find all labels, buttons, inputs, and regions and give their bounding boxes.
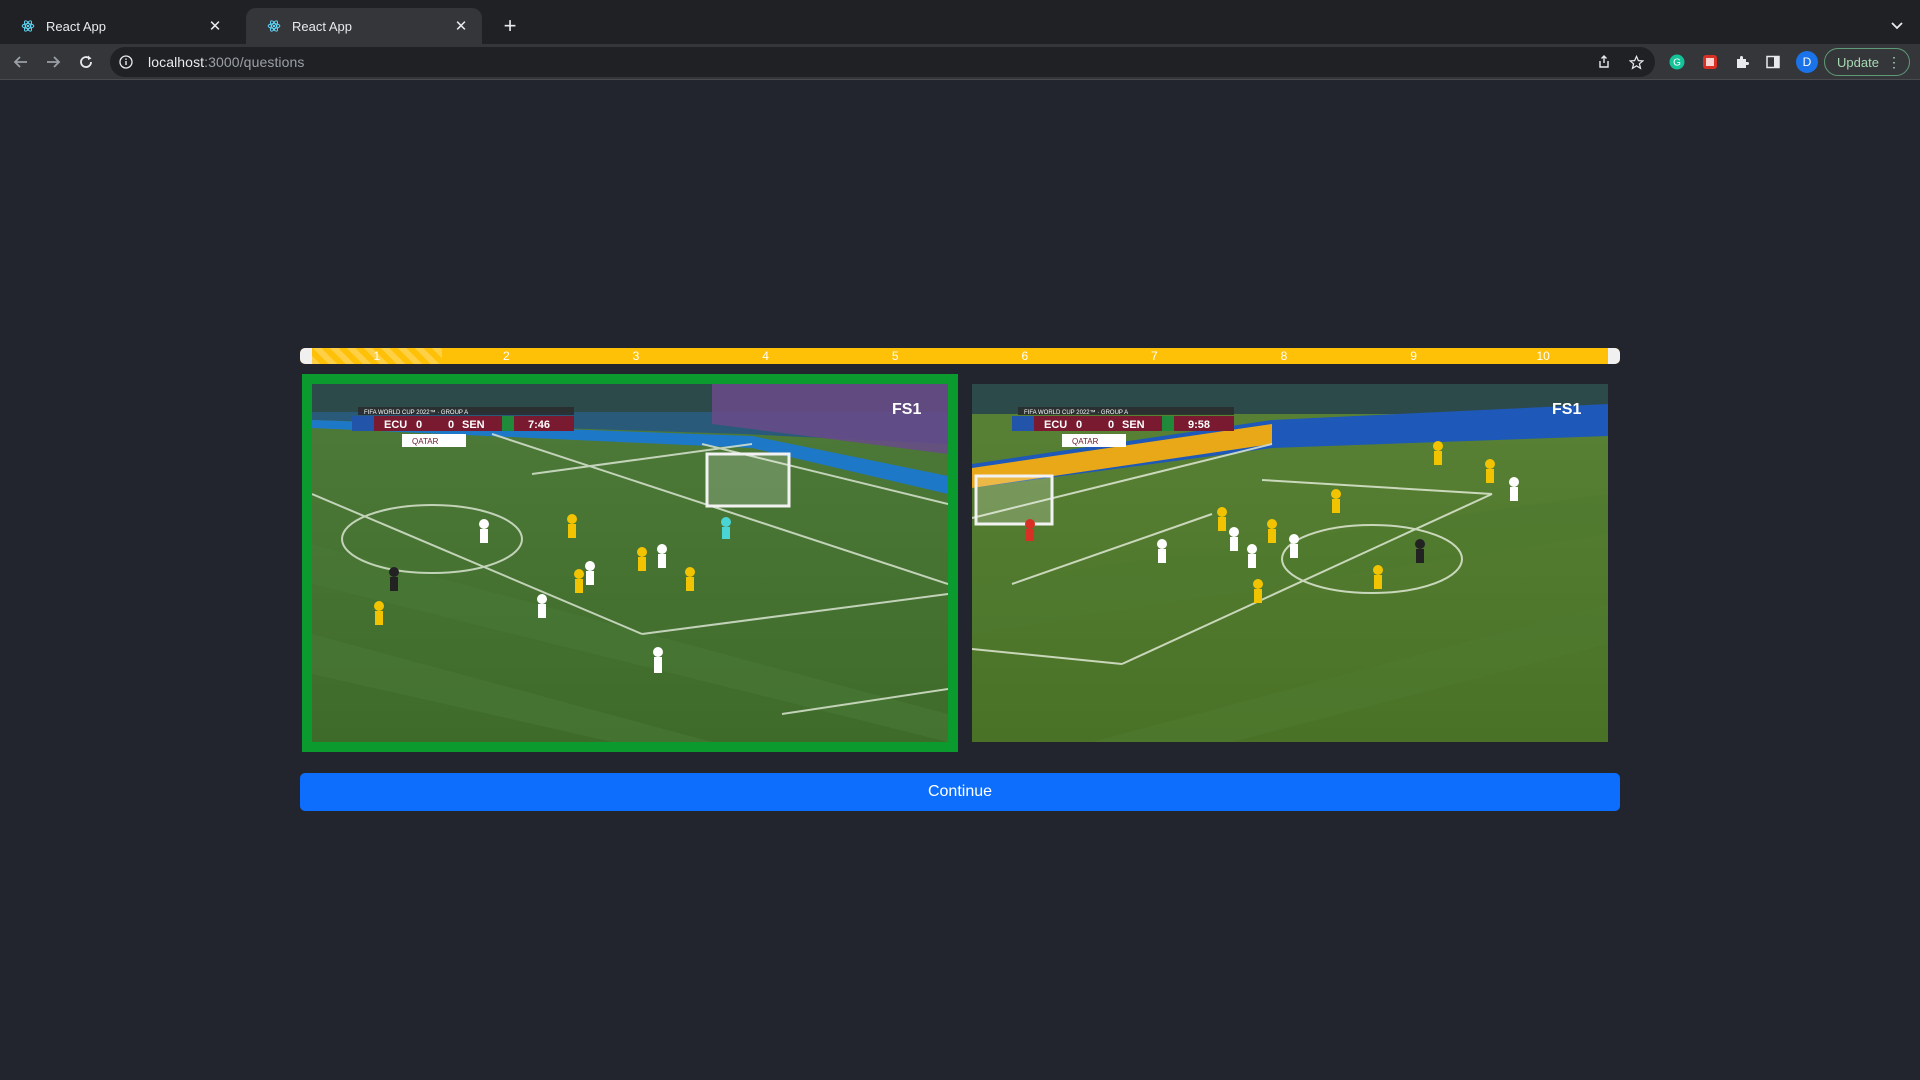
progress-tick-label: 5: [891, 349, 899, 363]
progress-tick-label: 4: [762, 349, 769, 363]
scoreboard-time: 9:58: [1188, 419, 1210, 431]
scoreboard-score1: 0: [416, 419, 422, 431]
browser-toolbar: localhost:3000/questions G D Update ⋮: [0, 44, 1920, 80]
scoreboard-team2: SEN: [462, 419, 485, 431]
progress-tick-label: 9: [1410, 349, 1417, 363]
svg-text:G: G: [1673, 58, 1681, 69]
grammarly-icon[interactable]: G: [1668, 53, 1686, 71]
tab-search-chevron-icon[interactable]: [1885, 14, 1909, 38]
update-label: Update: [1837, 54, 1879, 70]
scoreboard-score1: 0: [1076, 419, 1082, 431]
progress-tick-label: 3: [632, 349, 640, 363]
continue-button[interactable]: Continue: [300, 773, 1620, 811]
match-frame-image: FIFA WORLD CUP 2022™ · GROUP A ECU 0 0 S…: [312, 384, 948, 742]
broadcaster-logo: FS1: [892, 401, 921, 418]
browser-tab-active[interactable]: React App ✕: [246, 8, 482, 44]
progress-cap-right: [1608, 348, 1620, 364]
progress-cap-left: [300, 348, 312, 364]
url-host: localhost: [148, 54, 205, 70]
close-icon[interactable]: ✕: [452, 17, 470, 35]
tab-title: React App: [292, 18, 352, 34]
tab-title: React App: [46, 18, 106, 34]
progress-tick-labels: 1 2 3 4 5 6 7 8 9 10: [312, 348, 1608, 364]
progress-tick-label: 1: [373, 349, 381, 363]
broadcaster-logo: FS1: [1552, 401, 1581, 418]
url-text: localhost:3000/questions: [148, 54, 305, 70]
profile-avatar[interactable]: D: [1796, 51, 1818, 73]
bookmark-star-icon[interactable]: [1627, 53, 1645, 71]
scoreboard-score2: 0: [1108, 419, 1114, 431]
scoreboard-team1: ECU: [1044, 419, 1067, 431]
progress-tick-label: 10: [1536, 349, 1550, 363]
match-frame-image: FIFA WORLD CUP 2022™ · GROUP A ECU 0 0 S…: [972, 384, 1608, 742]
sponsor-logo: QATAR: [1072, 437, 1099, 446]
scoreboard-team1: ECU: [384, 419, 407, 431]
scoreboard-tournament: FIFA WORLD CUP 2022™ · GROUP A: [1024, 409, 1128, 416]
reload-icon[interactable]: [74, 50, 98, 74]
react-icon: [266, 18, 282, 34]
more-vert-icon[interactable]: ⋮: [1887, 54, 1901, 70]
browser-tab[interactable]: React App ✕: [0, 8, 236, 44]
progress-tick-label: 6: [1021, 349, 1029, 363]
progress-tick-label: 7: [1151, 349, 1158, 363]
question-progress-bar: 1 2 3 4 5 6 7 8 9 10: [300, 348, 1620, 364]
back-arrow-icon[interactable]: [9, 50, 33, 74]
share-icon[interactable]: [1595, 53, 1613, 71]
progress-tick-label: 8: [1280, 349, 1288, 363]
progress-tick-label: 2: [503, 349, 510, 363]
browser-tab-strip: React App ✕ React App ✕ +: [0, 0, 1920, 44]
video-choice-1[interactable]: FIFA WORLD CUP 2022™ · GROUP A ECU 0 0 S…: [302, 374, 958, 752]
scoreboard-score2: 0: [448, 419, 454, 431]
update-button[interactable]: Update ⋮: [1824, 48, 1910, 76]
forward-arrow-icon[interactable]: [41, 50, 65, 74]
video-choice-2[interactable]: FIFA WORLD CUP 2022™ · GROUP A ECU 0 0 S…: [972, 384, 1608, 742]
scoreboard-tournament: FIFA WORLD CUP 2022™ · GROUP A: [364, 409, 468, 416]
react-icon: [20, 18, 36, 34]
address-bar[interactable]: localhost:3000/questions: [110, 47, 1655, 77]
site-info-icon[interactable]: [118, 54, 134, 70]
scoreboard-time: 7:46: [528, 419, 550, 431]
sponsor-logo: QATAR: [412, 437, 439, 446]
extensions-puzzle-icon[interactable]: [1733, 53, 1751, 71]
new-tab-plus-icon[interactable]: +: [498, 14, 522, 38]
close-icon[interactable]: ✕: [206, 17, 224, 35]
scoreboard-team2: SEN: [1122, 419, 1145, 431]
side-panel-icon[interactable]: [1764, 53, 1782, 71]
extension-red-icon[interactable]: [1701, 53, 1719, 71]
url-path: :3000/questions: [204, 54, 305, 70]
